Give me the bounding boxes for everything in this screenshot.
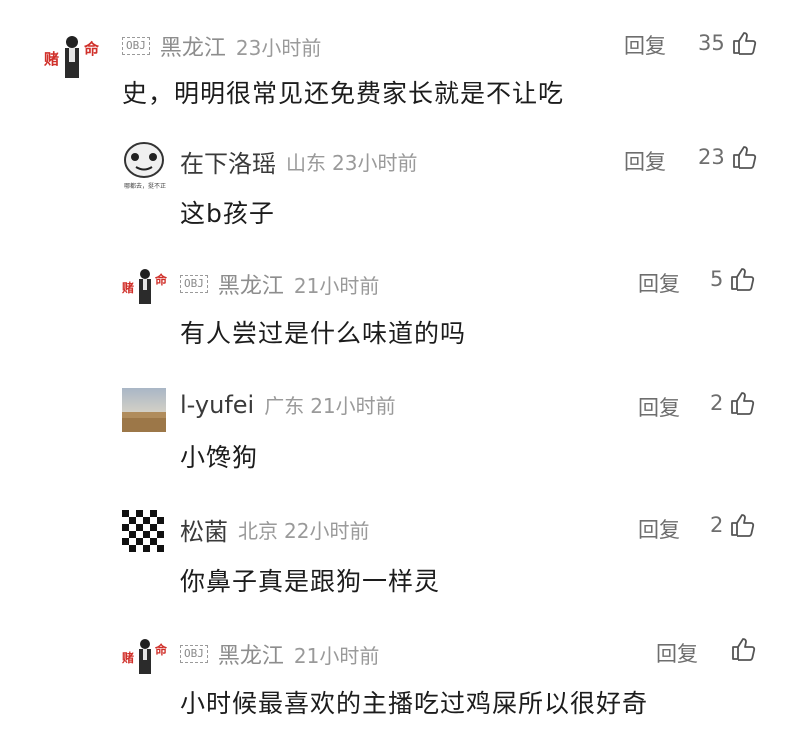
username[interactable]: l-yufei [180,391,254,419]
like-count: 2 [710,513,724,537]
like-button[interactable]: 35 [698,30,757,56]
thumbs-up-icon [731,514,755,537]
comment-text: 小时候最喜欢的主播吃过鸡屎所以很好奇 [180,689,649,718]
like-count: 2 [710,391,724,415]
comment-meta: 松菌 北京 22小时前 [180,512,369,547]
comment-item: 赌 命 OBJ 黑龙江 21小时前 有人尝过是什么味道的吗 回复 5 [0,252,800,362]
thumbs-up-icon [732,146,756,169]
timestamp: 21小时前 [293,273,380,298]
like-button[interactable]: 2 [710,390,755,416]
thumbs-up-icon [732,638,756,661]
svg-text:命: 命 [154,642,168,657]
comment-meta: OBJ 黑龙江 21小时前 [180,268,379,300]
badge: OBJ [180,275,208,293]
timestamp: 21小时前 [293,643,380,668]
svg-text:命: 命 [83,40,100,58]
thumbs-up-icon [732,32,756,55]
comment-text: 有人尝过是什么味道的吗 [180,319,467,348]
username[interactable]: 黑龙江 [160,30,226,62]
avatar[interactable] [122,388,166,432]
badge: OBJ [122,37,150,55]
timestamp: 23小时前 [332,151,418,175]
location: 广东 [264,394,305,418]
svg-text:赌: 赌 [122,650,134,665]
like-count: 35 [698,31,725,55]
svg-text:赌: 赌 [43,50,59,68]
comment-meta: 在下洛瑶 山东 23小时前 [180,144,417,179]
location: 北京 [238,519,278,543]
comment-text: 小馋狗 [180,443,259,472]
username[interactable]: 松菌 [180,512,228,547]
comment-item: 哪都去，挺不正常 在下洛瑶 山东 23小时前 这b孩子 回复 23 [0,130,800,240]
location: 山东 [286,151,326,175]
comment-item: 赌 命 OBJ 黑龙江 21小时前 小时候最喜欢的主播吃过鸡屎所以很好奇 回复 [0,624,800,742]
reply-button[interactable]: 回复 [638,268,680,298]
comment-text: 这b孩子 [180,199,275,228]
reply-button[interactable]: 回复 [624,146,666,176]
timestamp: 22小时前 [284,519,370,543]
like-count: 5 [710,267,724,291]
reply-button[interactable]: 回复 [656,638,698,668]
like-button[interactable] [730,636,756,662]
thumbs-up-icon [731,268,755,291]
comment-text: 你鼻子真是跟狗一样灵 [180,567,441,596]
avatar[interactable] [122,510,166,554]
comment-item: l-yufei 广东 21小时前 小馋狗 回复 2 [0,376,800,486]
avatar[interactable]: 哪都去，挺不正常 [122,140,166,190]
avatar[interactable]: 赌 命 [122,636,168,678]
comment-item: 赌 命 OBJ 黑龙江 23小时前 史，明明很常见还免费家长就是不让吃 回复 3… [0,0,800,120]
comment-text: 史，明明很常见还免费家长就是不让吃 [122,79,565,108]
avatar-caption: 哪都去，挺不正常 [124,182,166,190]
badge: OBJ [180,645,208,663]
comment-item: 松菌 北京 22小时前 你鼻子真是跟狗一样灵 回复 2 [0,500,800,610]
username[interactable]: 在下洛瑶 [180,144,276,179]
reply-button[interactable]: 回复 [638,514,680,544]
comment-meta: l-yufei 广东 21小时前 [180,390,396,419]
reply-button[interactable]: 回复 [638,392,680,422]
timestamp: 23小时前 [235,35,322,60]
username[interactable]: 黑龙江 [218,268,284,300]
timestamp: 21小时前 [310,394,396,418]
thumbs-up-icon [731,392,755,415]
avatar[interactable]: 赌 命 [122,266,168,308]
like-button[interactable]: 2 [710,512,755,538]
reply-button[interactable]: 回复 [624,30,666,60]
username[interactable]: 黑龙江 [218,638,284,670]
like-button[interactable]: 5 [710,266,755,292]
like-button[interactable]: 23 [698,144,757,170]
like-count: 23 [698,145,725,169]
avatar[interactable]: 赌 命 [42,32,102,84]
svg-text:赌: 赌 [122,280,134,295]
svg-text:命: 命 [154,272,168,287]
comment-meta: OBJ 黑龙江 21小时前 [180,638,379,670]
comment-meta: OBJ 黑龙江 23小时前 [122,30,321,62]
